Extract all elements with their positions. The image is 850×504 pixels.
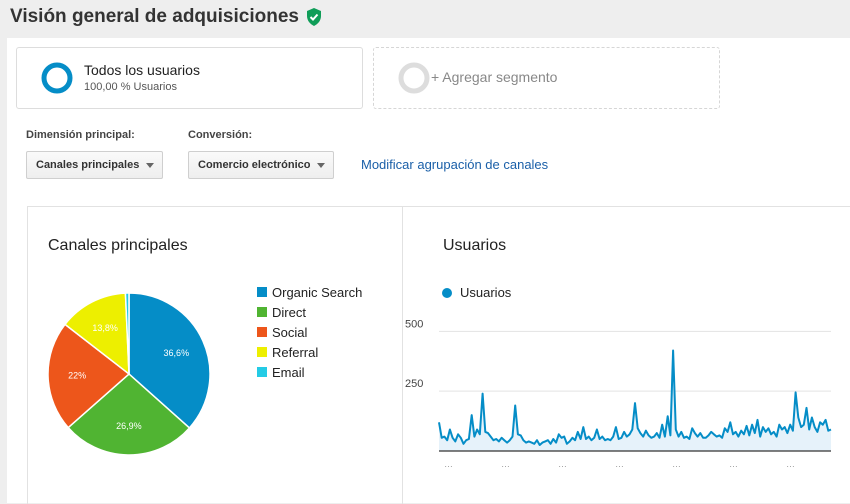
legend-item[interactable]: Direct xyxy=(257,302,362,322)
legend-swatch xyxy=(257,347,267,357)
x-tick-label: … xyxy=(729,459,738,469)
chevron-down-icon xyxy=(317,163,325,168)
conversion-dropdown[interactable]: Comercio electrónico xyxy=(188,151,334,179)
legend-swatch xyxy=(257,307,267,317)
legend-label: Direct xyxy=(272,304,306,320)
primary-dimension-dropdown[interactable]: Canales principales xyxy=(26,151,163,179)
pie-slice-label: 26,9% xyxy=(116,421,142,431)
pie-chart: 36,6% 26,9% 22% 13,8% xyxy=(47,292,211,456)
pie-chart-title: Canales principales xyxy=(48,237,188,254)
x-tick-label: … xyxy=(672,459,681,469)
primary-dimension-label: Dimensión principal: xyxy=(26,129,135,141)
pie-legend: Organic Search Direct Social Referral Email xyxy=(257,282,362,382)
legend-item[interactable]: Email xyxy=(257,362,362,382)
chevron-down-icon xyxy=(146,163,154,168)
primary-dimension-value: Canales principales xyxy=(36,159,140,171)
pie-slice-label: 22% xyxy=(68,371,86,381)
x-tick-label: … xyxy=(501,459,510,469)
segment-ring-icon xyxy=(41,62,73,94)
page-title-text: Visión general de adquisiciones xyxy=(10,6,299,27)
shield-check-icon xyxy=(306,8,321,26)
conversion-value: Comercio electrónico xyxy=(198,159,311,171)
series-dot-icon xyxy=(442,287,452,298)
main-content: Todos los usuarios 100,00 % Usuarios + A… xyxy=(7,38,850,504)
x-tick-label: … xyxy=(786,459,795,469)
x-tick-label: … xyxy=(615,459,624,469)
line-legend-label: Usuarios xyxy=(460,285,512,300)
legend-item[interactable]: Social xyxy=(257,322,362,342)
page-title: Visión general de adquisiciones xyxy=(10,4,322,30)
y-tick-label: 500 xyxy=(405,318,423,330)
line-chart-title: Usuarios xyxy=(443,237,507,254)
x-tick-label: … xyxy=(444,459,453,469)
pie-slice-label: 13,8% xyxy=(92,323,118,333)
edit-channel-grouping-link[interactable]: Modificar agrupación de canales xyxy=(361,157,548,172)
line-chart: 250500…………………… xyxy=(405,318,832,469)
line-legend: Usuarios xyxy=(442,285,511,300)
legend-label: Organic Search xyxy=(272,284,363,300)
legend-swatch xyxy=(257,287,267,297)
empty-segment-ring-icon xyxy=(398,62,430,94)
conversion-label: Conversión: xyxy=(188,129,253,141)
legend-swatch xyxy=(257,367,267,377)
segment-card-all-users[interactable]: Todos los usuarios 100,00 % Usuarios xyxy=(16,47,363,109)
y-tick-label: 250 xyxy=(405,378,423,390)
legend-item[interactable]: Organic Search xyxy=(257,282,362,302)
add-segment-card[interactable]: + Agregar segmento xyxy=(373,47,720,109)
legend-label: Social xyxy=(272,324,308,340)
legend-swatch xyxy=(257,327,267,337)
segment-subtitle: 100,00 % Usuarios xyxy=(84,81,177,93)
segment-name: Todos los usuarios xyxy=(84,62,200,78)
legend-label: Referral xyxy=(272,344,319,360)
legend-label: Email xyxy=(272,364,305,380)
x-tick-label: … xyxy=(558,459,567,469)
pie-slice-label: 36,6% xyxy=(164,348,190,358)
area-fill xyxy=(439,350,831,451)
add-segment-label: + Agregar segmento xyxy=(431,69,558,85)
charts-panel: Canales principales 36,6% 26,9% 22% 13,8% O… xyxy=(27,206,850,504)
legend-item[interactable]: Referral xyxy=(257,342,362,362)
